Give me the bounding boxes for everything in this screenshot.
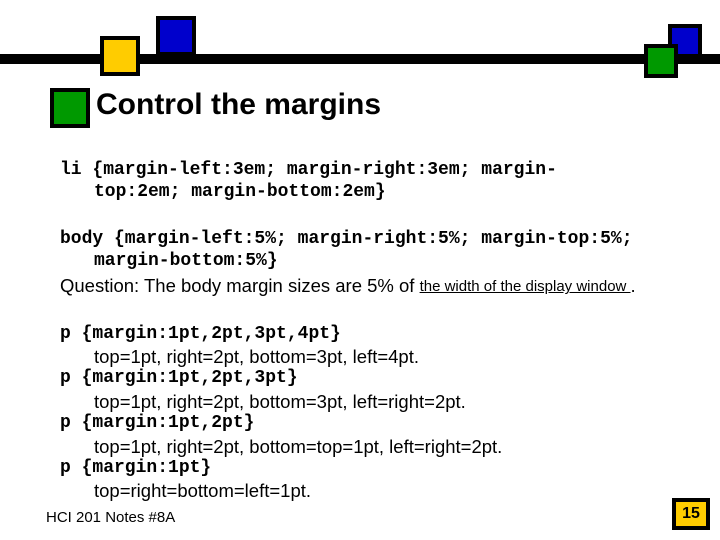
code-line: top:2em; margin-bottom:2em}: [94, 182, 680, 204]
code-line: margin-bottom:5%}: [94, 251, 680, 273]
footer-note: HCI 201 Notes #8A: [46, 509, 175, 526]
code-line: p {margin:1pt,2pt}: [60, 413, 680, 435]
question-period: .: [631, 275, 636, 296]
question-answer: the width of the display window: [420, 278, 631, 295]
desc-line: top=right=bottom=left=1pt.: [94, 479, 680, 502]
page-number: 15: [672, 498, 710, 530]
code-line: p {margin:1pt,2pt,3pt}: [60, 368, 680, 390]
code-line: li {margin-left:3em; margin-right:3em; m…: [60, 160, 680, 182]
slide-content: li {margin-left:3em; margin-right:3em; m…: [60, 160, 680, 502]
code-line: p {margin:1pt}: [60, 458, 680, 480]
decor-square-blue: [156, 16, 196, 56]
code-block-p-examples: p {margin:1pt,2pt,3pt,4pt} top=1pt, righ…: [60, 324, 680, 503]
slide-title: Control the margins: [96, 88, 381, 122]
desc-line: top=1pt, right=2pt, bottom=top=1pt, left…: [94, 435, 680, 458]
question-line: Question: The body margin sizes are 5% o…: [60, 274, 680, 297]
desc-line: top=1pt, right=2pt, bottom=3pt, left=4pt…: [94, 345, 680, 368]
code-block-li: li {margin-left:3em; margin-right:3em; m…: [60, 160, 680, 203]
desc-line: top=1pt, right=2pt, bottom=3pt, left=rig…: [94, 390, 680, 413]
decor-square-green-small: [644, 44, 678, 78]
code-line: body {margin-left:5%; margin-right:5%; m…: [60, 229, 680, 251]
code-line: p {margin:1pt,2pt,3pt,4pt}: [60, 324, 680, 346]
code-block-body: body {margin-left:5%; margin-right:5%; m…: [60, 229, 680, 297]
decor-square-yellow: [100, 36, 140, 76]
question-text: Question: The body margin sizes are 5% o…: [60, 275, 420, 296]
decor-square-green: [50, 88, 90, 128]
